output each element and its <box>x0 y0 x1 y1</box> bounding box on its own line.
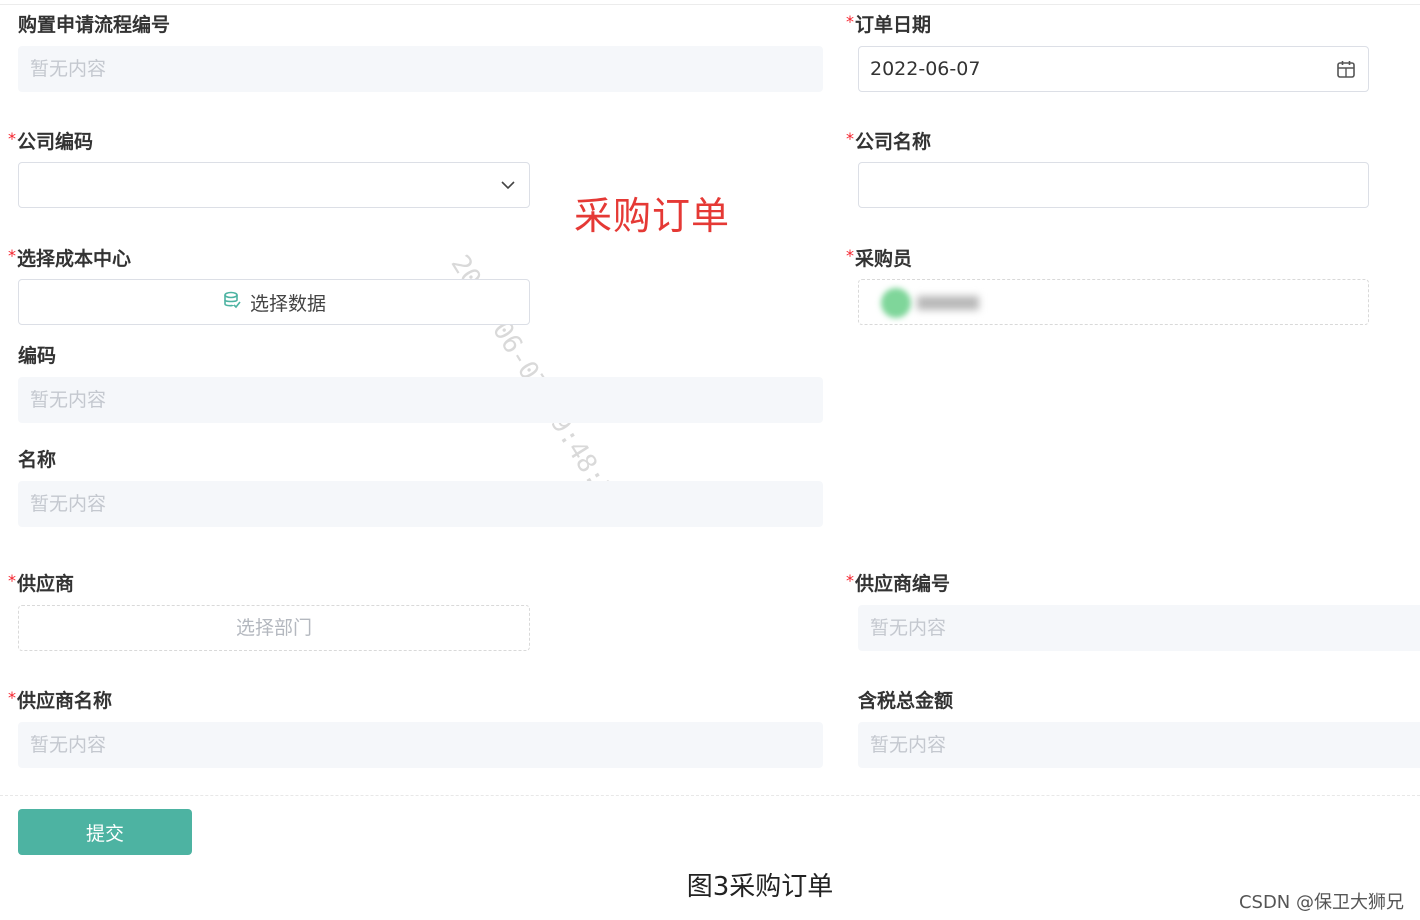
code-field: 暂无内容 <box>18 377 823 423</box>
calendar-icon[interactable] <box>1336 47 1356 91</box>
code-placeholder: 暂无内容 <box>30 389 107 411</box>
footer-divider <box>0 795 1420 796</box>
purchaser-name-redacted <box>917 295 979 310</box>
select-data-label: 选择数据 <box>249 292 326 315</box>
required-mark: * <box>846 571 854 590</box>
top-divider <box>0 4 1420 5</box>
purchaser-field[interactable] <box>858 279 1369 325</box>
total-with-tax-label-text: 含税总金额 <box>858 690 954 712</box>
name-label-text: 名称 <box>18 449 57 471</box>
request-no-label: 购置申请流程编号 <box>18 12 170 38</box>
request-no-placeholder: 暂无内容 <box>30 58 107 80</box>
supplier-label-text: 供应商 <box>17 573 75 595</box>
required-mark: * <box>8 129 16 148</box>
required-mark: * <box>846 246 854 265</box>
supplier-name-label-text: 供应商名称 <box>17 690 113 712</box>
company-name-label: *公司名称 <box>846 129 931 155</box>
submit-button[interactable]: 提交 <box>18 809 192 855</box>
company-code-select[interactable] <box>18 162 530 208</box>
order-date-picker[interactable]: 2022-06-07 <box>858 46 1369 92</box>
company-name-input[interactable] <box>858 162 1369 208</box>
cost-center-label: *选择成本中心 <box>8 246 131 272</box>
required-mark: * <box>8 246 16 265</box>
supplier-no-label: *供应商编号 <box>846 571 950 597</box>
company-name-label-text: 公司名称 <box>855 131 932 153</box>
total-with-tax-label: 含税总金额 <box>858 688 953 714</box>
database-icon <box>222 290 242 315</box>
name-label: 名称 <box>18 447 56 473</box>
company-code-label: *公司编码 <box>8 129 93 155</box>
purchaser-label: *采购员 <box>846 246 912 272</box>
total-with-tax-placeholder: 暂无内容 <box>870 734 947 756</box>
order-date-value: 2022-06-07 <box>870 58 981 80</box>
supplier-name-label: *供应商名称 <box>8 688 112 714</box>
figure-caption: 图3采购订单 <box>686 872 834 902</box>
name-field: 暂无内容 <box>18 481 823 527</box>
select-department-label: 选择部门 <box>235 617 312 639</box>
total-with-tax-field: 暂无内容 <box>858 722 1420 768</box>
request-no-field: 暂无内容 <box>18 46 823 92</box>
code-label-text: 编码 <box>18 345 57 367</box>
supplier-label: *供应商 <box>8 571 74 597</box>
code-label: 编码 <box>18 343 56 369</box>
required-mark: * <box>846 12 854 31</box>
source-credit: CSDN @保卫大狮兄 <box>1238 892 1404 913</box>
order-date-label: *订单日期 <box>846 12 931 38</box>
company-code-label-text: 公司编码 <box>17 131 94 153</box>
purchaser-label-text: 采购员 <box>855 248 913 270</box>
required-mark: * <box>846 129 854 148</box>
supplier-no-placeholder: 暂无内容 <box>870 617 947 639</box>
order-date-label-text: 订单日期 <box>855 14 932 36</box>
cost-center-label-text: 选择成本中心 <box>17 248 132 270</box>
supplier-no-label-text: 供应商编号 <box>855 573 951 595</box>
supplier-name-placeholder: 暂无内容 <box>30 734 107 756</box>
chevron-down-icon[interactable] <box>499 163 517 207</box>
supplier-no-field: 暂无内容 <box>858 605 1420 651</box>
avatar <box>881 287 911 318</box>
select-data-button[interactable]: 选择数据 <box>18 279 530 325</box>
required-mark: * <box>8 688 16 707</box>
supplier-name-field: 暂无内容 <box>18 722 823 768</box>
select-department-button[interactable]: 选择部门 <box>18 605 530 651</box>
overlay-title: 采购订单 <box>574 194 731 238</box>
required-mark: * <box>8 571 16 590</box>
request-no-label-text: 购置申请流程编号 <box>18 14 171 36</box>
name-placeholder: 暂无内容 <box>30 493 107 515</box>
